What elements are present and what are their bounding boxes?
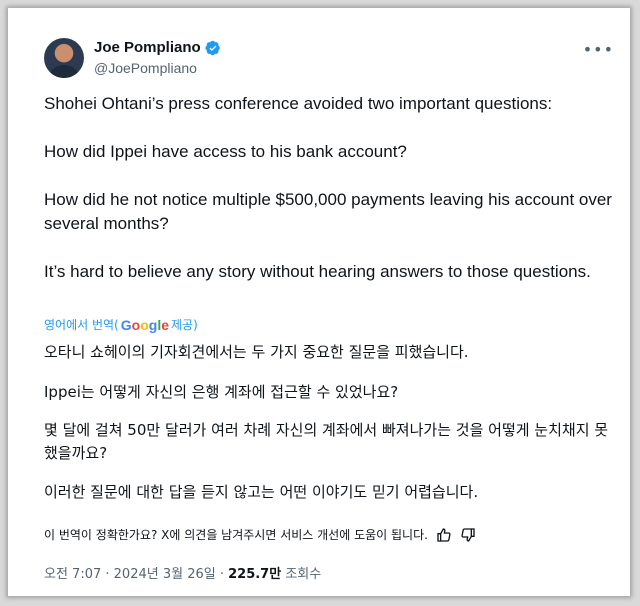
google-letter-6: e [161,316,170,333]
tweet-paragraph-4: It’s hard to believe any story without h… [44,262,591,281]
translation-feedback: 이 번역이 정확한가요? X에 의견을 남겨주시면 서비스 개선에 도움이 됩니… [44,526,476,543]
verified-badge-icon [205,40,220,55]
thumbs-down-icon[interactable] [460,527,476,543]
google-logo: Google [121,317,169,333]
translated-paragraph-1: 오타니 쇼헤이의 기자회견에서는 두 가지 중요한 질문을 피했습니다. [44,343,469,361]
author-handle[interactable]: @JoePompliano [94,60,197,76]
translation-prefix: 영어에서 번역( [44,318,119,332]
google-letter-3: o [140,316,149,333]
more-options-icon[interactable]: ••• [583,40,614,59]
meta-separator-2: · [215,567,229,582]
google-letter-1: G [120,316,132,333]
translation-attribution-link[interactable]: 영어에서 번역( Google 제공) [44,316,198,333]
author-name[interactable]: Joe Pompliano [94,39,201,56]
translated-paragraph-2: Ippei는 어떻게 자신의 은행 계좌에 접근할 수 있었나요? [44,383,399,401]
avatar[interactable] [44,38,84,78]
tweet-meta: 오전 7:07 · 2024년 3월 26일 · 225.7만 조회수 [44,563,321,582]
views-count: 225.7만 [228,567,282,582]
tweet-time[interactable]: 오전 7:07 [44,567,101,582]
tweet-paragraph-1: Shohei Ohtani’s press conference avoided… [44,94,553,113]
tweet-paragraph-3: How did he not notice multiple $500,000 … [44,190,612,233]
translated-paragraph-4: 이러한 질문에 대한 답을 듣지 않고는 어떤 이야기도 믿기 어렵습니다. [44,483,479,501]
tweet-date[interactable]: 2024년 3월 26일 [114,567,216,582]
screenshot-frame: Joe Pompliano @JoePompliano ••• Shohei O… [8,8,630,596]
translated-paragraph-3: 몇 달에 걸쳐 50만 달러가 여러 차례 자신의 계좌에서 빠져나가는 것을 … [44,421,609,462]
tweet-paragraph-2: How did Ippei have access to his bank ac… [44,142,407,161]
feedback-prompt: 이 번역이 정확한가요? X에 의견을 남겨주시면 서비스 개선에 도움이 됩니… [44,528,428,542]
views-label: 조회수 [285,567,322,582]
tweet-card: Joe Pompliano @JoePompliano ••• Shohei O… [28,26,628,596]
meta-separator-1: · [101,567,114,582]
translation-suffix: 제공) [171,318,198,332]
author-name-row: Joe Pompliano [94,39,221,56]
google-letter-2: o [131,316,141,333]
thumbs-up-icon[interactable] [436,527,452,543]
